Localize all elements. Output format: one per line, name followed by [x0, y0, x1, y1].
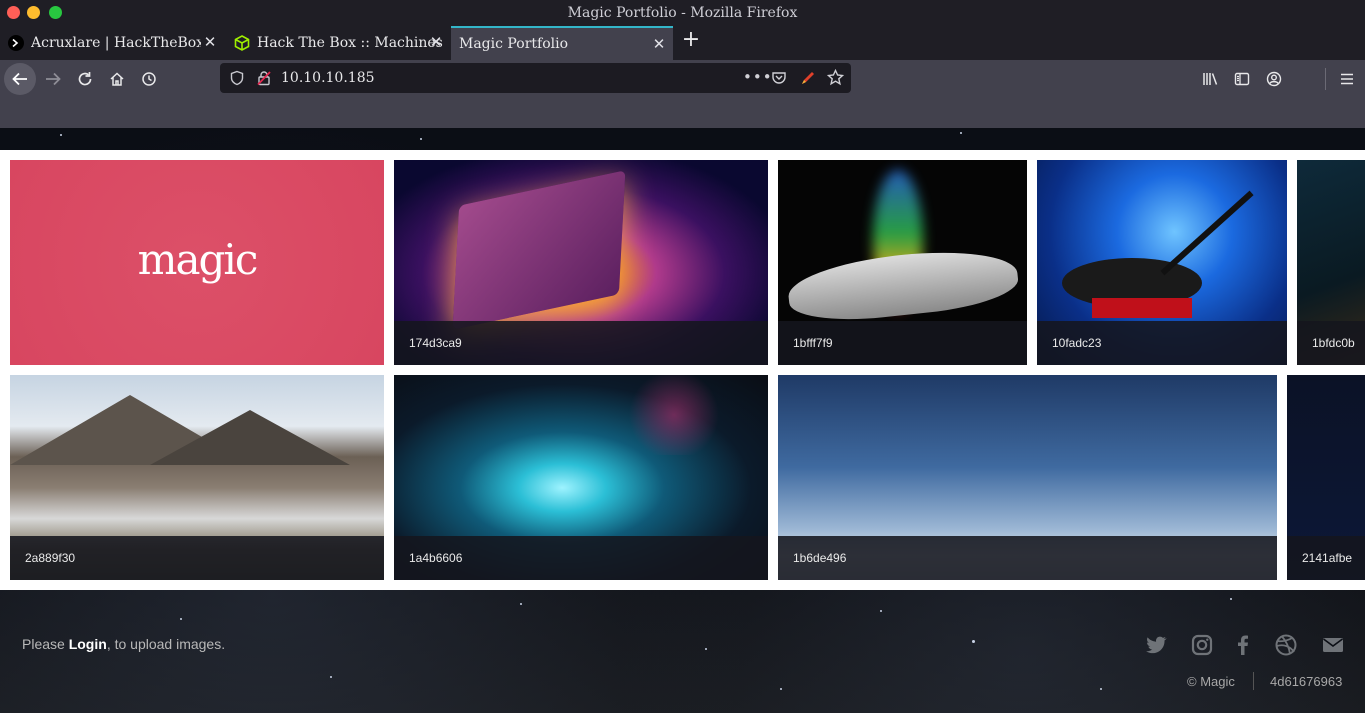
copyright-text: © Magic — [1187, 674, 1235, 689]
forward-button[interactable] — [38, 64, 68, 94]
tab-label: Acruxlare | HackTheBox - — [31, 35, 201, 51]
mail-icon[interactable] — [1321, 633, 1345, 657]
toolbar-separator — [1325, 68, 1326, 90]
terminal-favicon-icon — [8, 35, 24, 51]
tab-magic-portfolio[interactable]: Magic Portfolio ✕ — [451, 26, 673, 60]
gallery-tile-logo[interactable]: magic — [10, 160, 384, 365]
new-tab-button[interactable]: + — [680, 29, 702, 51]
tile-caption: 1bfff7f9 — [778, 321, 1027, 365]
bookmark-star-icon[interactable] — [827, 69, 844, 86]
home-icon — [110, 72, 124, 86]
gallery-tile-partial-2[interactable]: 2141afbe — [1287, 375, 1365, 580]
minimize-window-button[interactable] — [27, 6, 40, 19]
close-window-button[interactable] — [7, 6, 20, 19]
pen-extension-icon[interactable] — [800, 70, 816, 86]
arrow-left-icon — [12, 72, 27, 86]
tile-caption: 10fadc23 — [1037, 321, 1287, 365]
window-titlebar: Magic Portfolio - Mozilla Firefox — [0, 0, 1365, 26]
book-shape — [452, 170, 626, 330]
gallery-tile-hat[interactable]: 10fadc23 — [1037, 160, 1287, 365]
reload-button[interactable] — [70, 64, 100, 94]
menu-button[interactable] — [1332, 64, 1362, 94]
page-actions-icon[interactable]: ••• — [743, 63, 773, 91]
window-title: Magic Portfolio - Mozilla Firefox — [567, 5, 798, 21]
insecure-lock-icon[interactable] — [256, 70, 272, 86]
history-button[interactable] — [134, 64, 164, 94]
gallery-tile-mountains[interactable]: 2a889f30 — [10, 375, 384, 580]
tile-caption: 1bfdc0b — [1297, 321, 1365, 365]
login-link[interactable]: Login — [69, 636, 107, 652]
pocket-icon[interactable] — [771, 70, 787, 86]
shield-icon[interactable] — [229, 70, 245, 86]
facebook-icon[interactable] — [1231, 633, 1255, 657]
footer-hash: 4d61676963 — [1270, 674, 1343, 689]
close-tab-icon[interactable]: ✕ — [202, 34, 218, 50]
magic-logo: magic — [137, 235, 259, 284]
account-button[interactable] — [1259, 64, 1289, 94]
tile-caption: 1a4b6606 — [394, 536, 768, 580]
dribbble-icon[interactable] — [1274, 633, 1298, 657]
upload-prompt: Please Login, to upload images. — [22, 636, 226, 652]
hat-band — [1092, 298, 1192, 318]
gallery-tile-sky[interactable]: 1b6de496 — [778, 375, 1277, 580]
twitter-icon[interactable] — [1144, 633, 1168, 657]
url-bar[interactable]: 10.10.10.185 ••• — [220, 63, 851, 93]
hamburger-menu-icon — [1341, 73, 1353, 85]
gallery: magic 174d3ca9 1bfff7f9 10fadc23 1bfdc0b… — [0, 150, 1365, 590]
gallery-tile-book[interactable]: 174d3ca9 — [394, 160, 768, 365]
tab-label: Magic Portfolio — [459, 36, 569, 52]
account-icon — [1266, 71, 1282, 87]
back-button[interactable] — [4, 63, 36, 95]
close-tab-icon[interactable]: ✕ — [428, 34, 444, 50]
instagram-icon[interactable] — [1190, 633, 1214, 657]
maximize-window-button[interactable] — [49, 6, 62, 19]
htb-cube-favicon-icon — [234, 35, 250, 51]
bookmarks-toolbar — [0, 98, 1365, 128]
wand — [1160, 190, 1254, 276]
library-button[interactable] — [1195, 64, 1225, 94]
library-icon — [1202, 73, 1217, 85]
navigation-toolbar: 10.10.10.185 ••• — [0, 60, 1365, 98]
footer-divider — [1253, 672, 1254, 690]
page-content: magic 174d3ca9 1bfff7f9 10fadc23 1bfdc0b… — [0, 128, 1365, 713]
tab-label: Hack The Box :: Machines — [257, 35, 443, 51]
history-icon — [142, 72, 156, 86]
tile-caption: 174d3ca9 — [394, 321, 768, 365]
tile-caption: 1b6de496 — [778, 536, 1277, 580]
close-tab-icon[interactable]: ✕ — [651, 36, 667, 52]
sidebar-button[interactable] — [1227, 64, 1257, 94]
tile-caption: 2a889f30 — [10, 536, 384, 580]
arrow-right-icon — [46, 72, 61, 86]
tab-hackthebox-machines[interactable]: Hack The Box :: Machines ✕ — [226, 26, 450, 60]
sidebar-icon — [1234, 72, 1250, 86]
gallery-tile-partial[interactable]: 1bfdc0b — [1297, 160, 1365, 365]
gallery-tile-hand[interactable]: 1bfff7f9 — [778, 160, 1027, 365]
tile-caption: 2141afbe — [1287, 536, 1365, 580]
reload-icon — [78, 72, 92, 86]
url-text[interactable]: 10.10.10.185 — [281, 63, 375, 93]
home-button[interactable] — [102, 64, 132, 94]
hand-shape — [785, 243, 1021, 327]
tab-acruxlare[interactable]: Acruxlare | HackTheBox - ✕ — [0, 26, 224, 60]
mountain-peak — [150, 410, 350, 465]
glow-pink — [624, 375, 724, 455]
gallery-tile-sparkles[interactable]: 1a4b6606 — [394, 375, 768, 580]
